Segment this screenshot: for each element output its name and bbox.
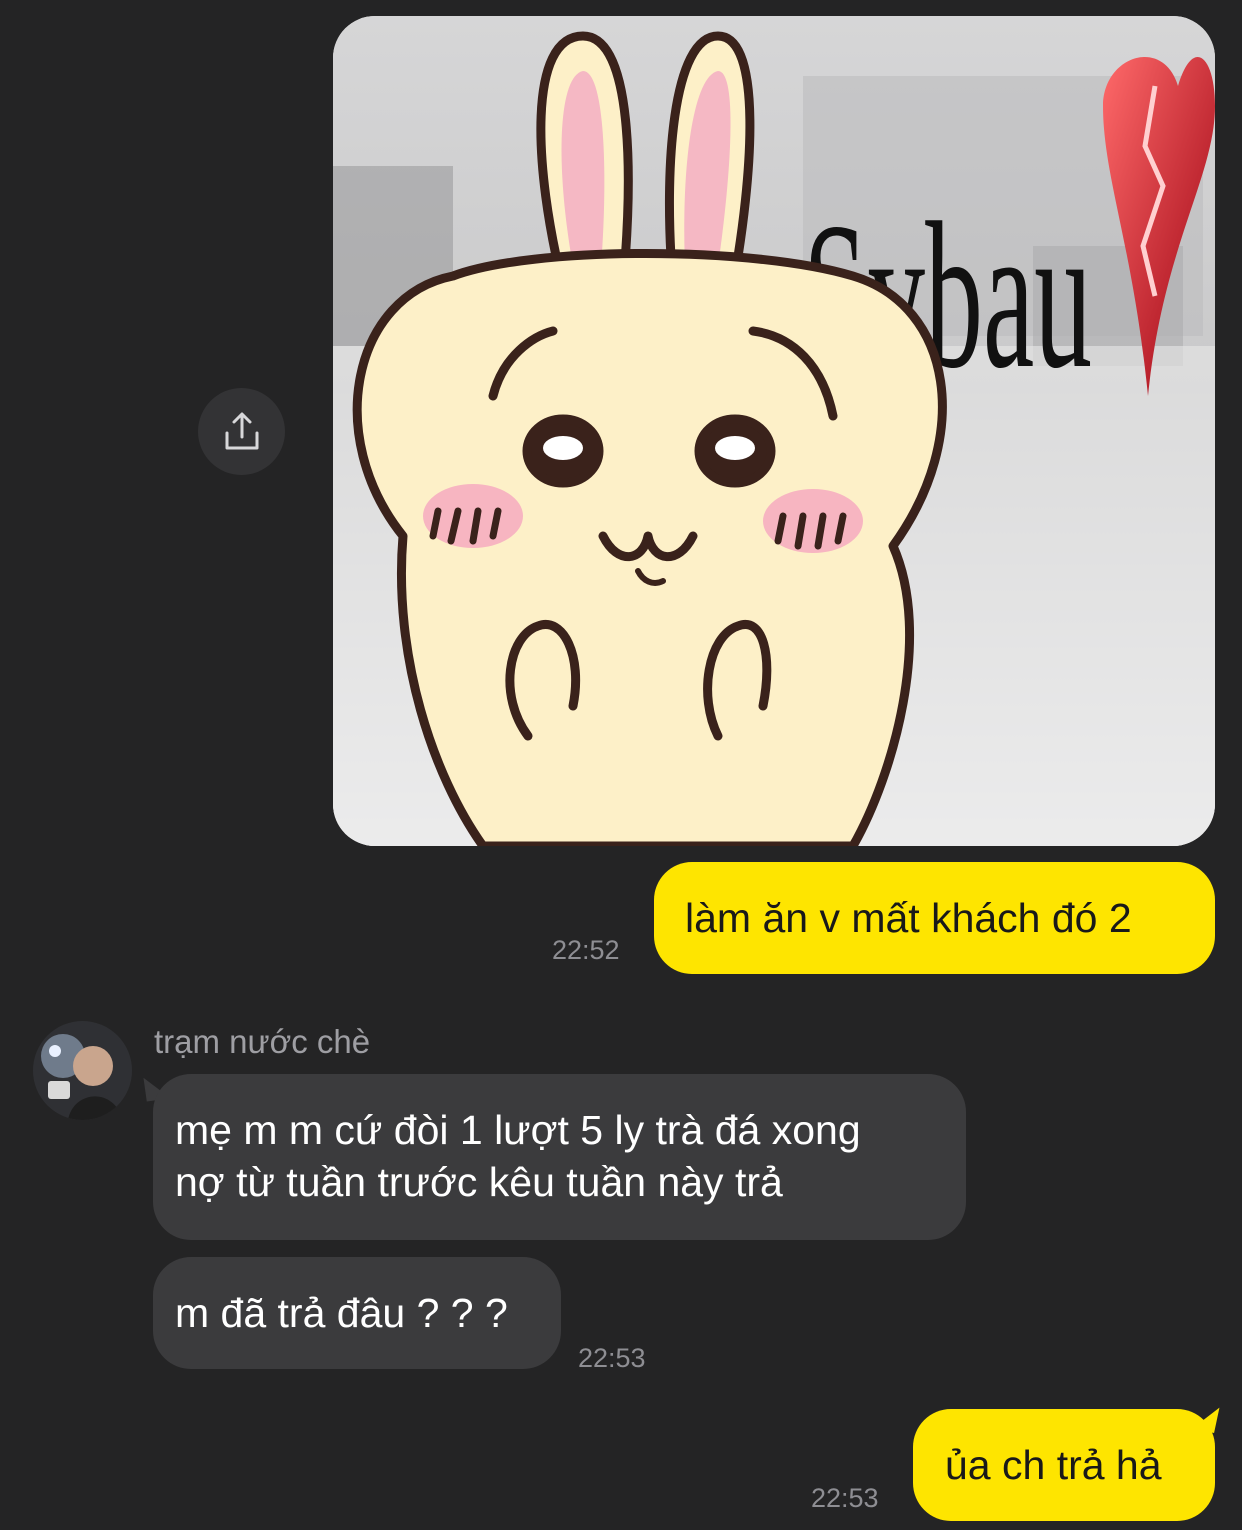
message-text-line: mẹ m m cứ đòi 1 lượt 5 ly trà đá xong: [175, 1107, 861, 1153]
avatar[interactable]: [33, 1021, 132, 1120]
incoming-message[interactable]: mẹ m m cứ đòi 1 lượt 5 ly trà đá xong nợ…: [153, 1074, 966, 1240]
message-text-line: nợ từ tuần trước kêu tuần này trả: [175, 1159, 783, 1205]
message-time: 22:53: [578, 1343, 646, 1373]
chat-window: Sybau làm ăn v mất khách đó 2 22:52 trạm…: [0, 0, 1242, 1530]
outgoing-message[interactable]: ủa ch trả hả: [913, 1409, 1215, 1521]
sticker-image[interactable]: Sybau: [333, 16, 1215, 846]
message-text: m đã trả đâu ? ? ?: [175, 1290, 508, 1336]
outgoing-message[interactable]: làm ăn v mất khách đó 2: [654, 862, 1215, 974]
message-time: 22:53: [811, 1483, 879, 1513]
sender-name: trạm nước chè: [154, 1023, 371, 1060]
message-text: ủa ch trả hả: [945, 1442, 1162, 1488]
message-text: làm ăn v mất khách đó 2: [685, 895, 1132, 941]
share-button[interactable]: [198, 388, 285, 475]
share-icon: [225, 412, 258, 449]
incoming-message[interactable]: m đã trả đâu ? ? ?: [153, 1257, 561, 1369]
message-time: 22:52: [552, 935, 620, 965]
